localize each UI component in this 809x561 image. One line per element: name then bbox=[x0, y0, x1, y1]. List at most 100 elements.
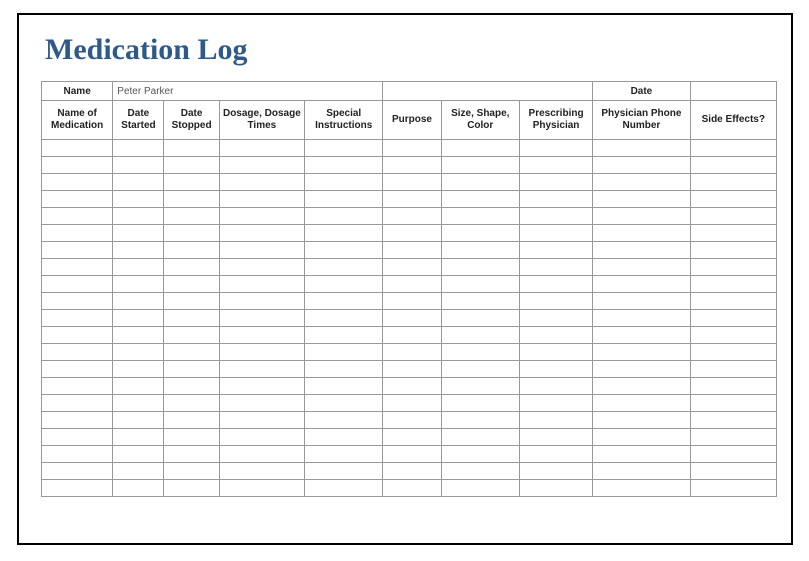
table-cell[interactable] bbox=[113, 191, 164, 208]
table-cell[interactable] bbox=[519, 378, 592, 395]
table-cell[interactable] bbox=[690, 225, 776, 242]
table-cell[interactable] bbox=[690, 446, 776, 463]
table-cell[interactable] bbox=[383, 310, 441, 327]
table-cell[interactable] bbox=[519, 344, 592, 361]
table-cell[interactable] bbox=[305, 293, 383, 310]
table-cell[interactable] bbox=[383, 276, 441, 293]
table-cell[interactable] bbox=[519, 208, 592, 225]
table-cell[interactable] bbox=[113, 344, 164, 361]
table-cell[interactable] bbox=[441, 446, 519, 463]
table-cell[interactable] bbox=[383, 140, 441, 157]
table-cell[interactable] bbox=[113, 412, 164, 429]
table-cell[interactable] bbox=[42, 242, 113, 259]
table-cell[interactable] bbox=[383, 463, 441, 480]
table-cell[interactable] bbox=[593, 327, 690, 344]
table-cell[interactable] bbox=[441, 361, 519, 378]
table-cell[interactable] bbox=[690, 395, 776, 412]
table-cell[interactable] bbox=[305, 344, 383, 361]
table-cell[interactable] bbox=[113, 259, 164, 276]
table-cell[interactable] bbox=[305, 446, 383, 463]
table-cell[interactable] bbox=[42, 446, 113, 463]
table-cell[interactable] bbox=[690, 429, 776, 446]
table-cell[interactable] bbox=[42, 463, 113, 480]
table-cell[interactable] bbox=[305, 242, 383, 259]
table-cell[interactable] bbox=[690, 174, 776, 191]
table-cell[interactable] bbox=[219, 157, 304, 174]
table-cell[interactable] bbox=[305, 395, 383, 412]
table-cell[interactable] bbox=[219, 191, 304, 208]
table-cell[interactable] bbox=[441, 293, 519, 310]
table-cell[interactable] bbox=[305, 429, 383, 446]
table-cell[interactable] bbox=[593, 225, 690, 242]
table-cell[interactable] bbox=[113, 429, 164, 446]
table-cell[interactable] bbox=[441, 344, 519, 361]
table-cell[interactable] bbox=[441, 157, 519, 174]
table-cell[interactable] bbox=[164, 140, 219, 157]
table-cell[interactable] bbox=[383, 378, 441, 395]
table-cell[interactable] bbox=[519, 463, 592, 480]
table-cell[interactable] bbox=[219, 429, 304, 446]
table-cell[interactable] bbox=[383, 446, 441, 463]
table-cell[interactable] bbox=[113, 395, 164, 412]
table-cell[interactable] bbox=[219, 276, 304, 293]
table-cell[interactable] bbox=[383, 225, 441, 242]
table-cell[interactable] bbox=[383, 191, 441, 208]
table-cell[interactable] bbox=[593, 480, 690, 497]
table-cell[interactable] bbox=[219, 174, 304, 191]
table-cell[interactable] bbox=[305, 174, 383, 191]
table-cell[interactable] bbox=[42, 225, 113, 242]
table-cell[interactable] bbox=[441, 276, 519, 293]
table-cell[interactable] bbox=[42, 310, 113, 327]
table-cell[interactable] bbox=[383, 208, 441, 225]
table-cell[interactable] bbox=[113, 242, 164, 259]
table-cell[interactable] bbox=[593, 378, 690, 395]
table-cell[interactable] bbox=[441, 174, 519, 191]
table-cell[interactable] bbox=[593, 446, 690, 463]
table-cell[interactable] bbox=[42, 327, 113, 344]
table-cell[interactable] bbox=[219, 395, 304, 412]
table-cell[interactable] bbox=[113, 480, 164, 497]
table-cell[interactable] bbox=[593, 157, 690, 174]
table-cell[interactable] bbox=[113, 293, 164, 310]
table-cell[interactable] bbox=[519, 225, 592, 242]
table-cell[interactable] bbox=[42, 157, 113, 174]
table-cell[interactable] bbox=[441, 140, 519, 157]
table-cell[interactable] bbox=[519, 191, 592, 208]
table-cell[interactable] bbox=[441, 378, 519, 395]
table-cell[interactable] bbox=[219, 140, 304, 157]
table-cell[interactable] bbox=[305, 140, 383, 157]
table-cell[interactable] bbox=[519, 242, 592, 259]
table-cell[interactable] bbox=[164, 395, 219, 412]
table-cell[interactable] bbox=[113, 361, 164, 378]
table-cell[interactable] bbox=[593, 361, 690, 378]
table-cell[interactable] bbox=[305, 276, 383, 293]
table-cell[interactable] bbox=[383, 429, 441, 446]
table-cell[interactable] bbox=[441, 225, 519, 242]
table-cell[interactable] bbox=[383, 157, 441, 174]
table-cell[interactable] bbox=[441, 429, 519, 446]
table-cell[interactable] bbox=[690, 412, 776, 429]
table-cell[interactable] bbox=[164, 378, 219, 395]
table-cell[interactable] bbox=[519, 446, 592, 463]
table-cell[interactable] bbox=[519, 361, 592, 378]
table-cell[interactable] bbox=[164, 480, 219, 497]
table-cell[interactable] bbox=[441, 412, 519, 429]
table-cell[interactable] bbox=[219, 463, 304, 480]
table-cell[interactable] bbox=[441, 259, 519, 276]
table-cell[interactable] bbox=[305, 225, 383, 242]
table-cell[interactable] bbox=[42, 293, 113, 310]
table-cell[interactable] bbox=[690, 344, 776, 361]
table-cell[interactable] bbox=[441, 191, 519, 208]
date-value[interactable] bbox=[690, 82, 776, 101]
table-cell[interactable] bbox=[164, 310, 219, 327]
table-cell[interactable] bbox=[164, 429, 219, 446]
table-cell[interactable] bbox=[690, 361, 776, 378]
table-cell[interactable] bbox=[383, 412, 441, 429]
table-cell[interactable] bbox=[164, 242, 219, 259]
table-cell[interactable] bbox=[164, 191, 219, 208]
table-cell[interactable] bbox=[42, 361, 113, 378]
table-cell[interactable] bbox=[690, 293, 776, 310]
table-cell[interactable] bbox=[690, 157, 776, 174]
table-cell[interactable] bbox=[42, 191, 113, 208]
table-cell[interactable] bbox=[219, 242, 304, 259]
